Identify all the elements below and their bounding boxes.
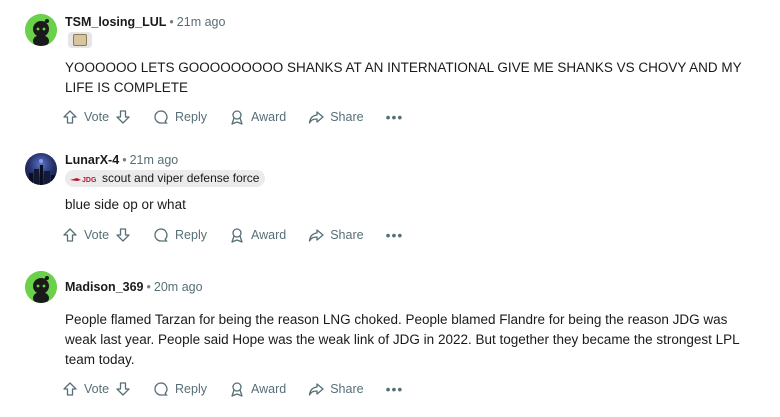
share-label: Share [330,110,364,124]
snoo-avatar-icon [25,14,57,46]
award-button[interactable]: Award [229,109,286,125]
comment-actions: Vote Reply Award Share ••• [62,106,403,128]
comment-meta: TSM_losing_LUL • 21m ago [65,15,225,29]
username[interactable]: LunarX-4 [65,153,119,167]
share-button[interactable]: Share [308,227,364,243]
username[interactable]: TSM_losing_LUL [65,15,166,29]
upvote-icon[interactable] [62,381,78,397]
user-flair: JDG scout and viper defense force [65,170,266,187]
timestamp[interactable]: 21m ago [130,153,179,167]
downvote-icon[interactable] [115,109,131,125]
jdg-logo-icon: JDG [70,177,97,184]
vote-label: Vote [84,110,110,124]
award-icon [231,382,243,397]
snoo-avatar-icon [25,271,57,303]
award-button[interactable]: Award [229,227,286,243]
chat-bubble-icon [154,228,168,242]
reply-label: Reply [175,228,207,242]
separator-dot: • [169,15,174,29]
upvote-icon[interactable] [62,109,78,125]
avatar[interactable] [25,271,57,303]
reply-label: Reply [175,382,207,396]
more-options-button[interactable]: ••• [386,110,404,124]
downvote-icon[interactable] [115,227,131,243]
award-icon [231,110,243,125]
vote-control: Vote [62,109,131,125]
night-city-avatar-icon [29,159,55,185]
vote-label: Vote [84,228,110,242]
vote-label: Vote [84,382,110,396]
chat-bubble-icon [154,110,168,124]
share-button[interactable]: Share [308,109,364,125]
flair-text: scout and viper defense force [102,171,260,185]
more-options-button[interactable]: ••• [386,228,404,242]
share-arrow-icon [309,111,324,124]
vote-control: Vote [62,381,131,397]
share-arrow-icon [309,383,324,396]
username[interactable]: Madison_369 [65,280,144,294]
avatar[interactable] [25,153,57,185]
reply-button[interactable]: Reply [153,381,207,397]
comment-body: YOOOOOO LETS GOOOOOOOOO SHANKS AT AN INT… [65,60,742,95]
team-badge-icon [73,34,87,46]
reply-button[interactable]: Reply [153,109,207,125]
award-label: Award [251,110,287,124]
comment-body: People flamed Tarzan for being the reaso… [65,312,740,367]
comment-actions: Vote Reply Award Share ••• [62,224,403,246]
comment-meta: LunarX-4 • 21m ago [65,153,178,167]
svg-text:JDG: JDG [82,177,97,184]
comment-meta: Madison_369 • 20m ago [65,280,203,294]
share-label: Share [330,382,364,396]
share-label: Share [330,228,364,242]
comment-actions: Vote Reply Award Share ••• [62,378,403,400]
reply-button[interactable]: Reply [153,227,207,243]
timestamp[interactable]: 20m ago [154,280,203,294]
separator-dot: • [146,280,151,294]
downvote-icon[interactable] [115,381,131,397]
more-options-button[interactable]: ••• [386,382,404,396]
upvote-icon[interactable] [62,227,78,243]
award-label: Award [251,382,287,396]
separator-dot: • [122,153,127,167]
avatar[interactable] [25,14,57,46]
award-icon [231,228,243,243]
flair-badge [68,32,92,48]
award-label: Award [251,228,287,242]
share-arrow-icon [309,229,324,242]
reply-label: Reply [175,110,207,124]
award-button[interactable]: Award [229,381,286,397]
timestamp[interactable]: 21m ago [177,15,226,29]
comment-body: blue side op or what [65,197,186,212]
share-button[interactable]: Share [308,381,364,397]
vote-control: Vote [62,227,131,243]
chat-bubble-icon [154,382,168,396]
